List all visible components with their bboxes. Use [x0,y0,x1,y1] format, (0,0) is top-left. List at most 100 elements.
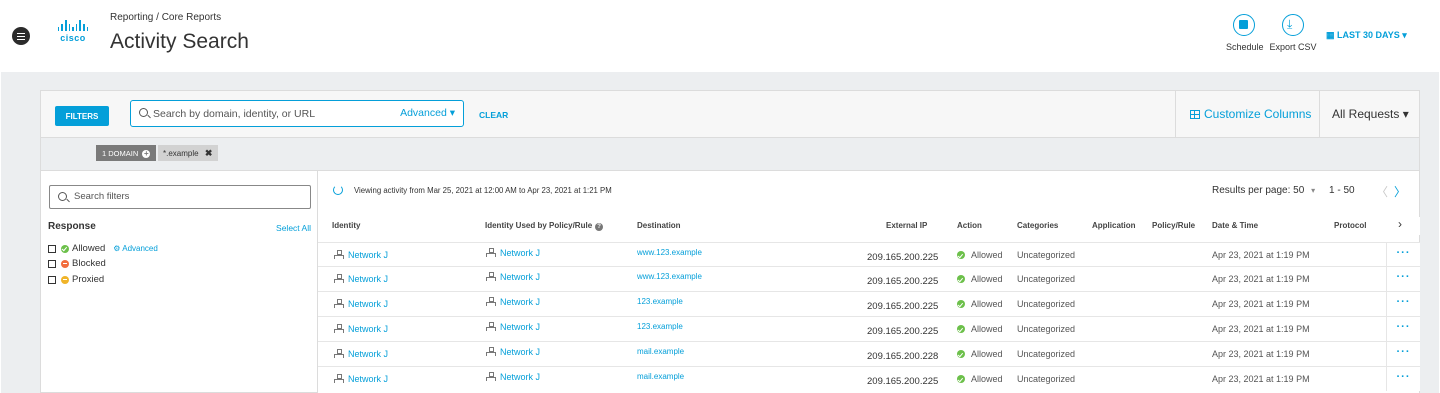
allowed-status-icon [957,350,965,358]
filter-search-input[interactable] [74,191,274,202]
network-icon [334,374,344,383]
date-range-dropdown[interactable]: ▦ LAST 30 DAYS ▾ [1326,30,1407,41]
identity-cell[interactable]: Network J [334,274,388,284]
identity-link[interactable]: Network J [348,349,388,359]
column-header-application[interactable]: Application [1092,221,1136,230]
table-row[interactable]: Network J Network J 123.example 209.165.200… [318,291,1420,316]
chevron-right-icon[interactable]: 〉 [1394,183,1406,200]
more-options-icon[interactable]: ··· [1386,267,1420,291]
filter-search-box[interactable] [49,185,311,209]
more-options-icon[interactable]: ··· [1386,292,1420,316]
all-requests-dropdown[interactable]: All Requests ▾ [1319,91,1420,137]
column-header-policy-rule[interactable]: Policy/Rule [1152,221,1195,230]
response-option-proxied[interactable]: Proxied [48,274,104,285]
response-option-blocked[interactable]: Blocked [48,258,106,269]
export-csv-button[interactable]: ⤓ Export CSV [1268,14,1318,52]
more-options-icon[interactable]: ··· [1386,243,1420,267]
policy-identity-cell[interactable]: Network J [486,297,540,307]
policy-identity-link[interactable]: Network J [500,372,540,382]
column-header-external-ip[interactable]: External IP [886,221,927,230]
domain-count-chip[interactable]: 1 DOMAIN + [96,145,157,161]
app-header: cisco Reporting / Core Reports Activity … [0,0,1440,72]
export-label: Export CSV [1269,42,1317,52]
destination-link[interactable]: mail.example [637,347,684,356]
plus-circle-icon[interactable]: + [142,150,151,158]
column-header-destination[interactable]: Destination [637,221,681,230]
destination-link[interactable]: www.123.example [637,248,702,257]
destination-link[interactable]: 123.example [637,297,683,306]
column-header-identity[interactable]: Identity [332,221,360,230]
column-header-categories[interactable]: Categories [1017,221,1058,230]
select-all-link[interactable]: Select All [276,223,311,233]
more-options-icon[interactable]: ··· [1386,367,1420,391]
chevron-left-icon[interactable]: 〈 [1376,183,1388,200]
identity-cell[interactable]: Network J [334,349,388,359]
identity-link[interactable]: Network J [348,374,388,384]
policy-identity-cell[interactable]: Network J [486,248,540,258]
network-icon [486,297,496,306]
results-per-page[interactable]: Results per page: 50 ▾ [1212,185,1315,196]
table-row[interactable]: Network J Network J www.123.example 209.165… [318,266,1420,291]
identity-link[interactable]: Network J [348,324,388,334]
identity-cell[interactable]: Network J [334,299,388,309]
viewing-range-text: Viewing activity from Mar 25, 2021 at 12… [354,186,612,195]
filter-bar: FILTERS Advanced ▾ CLEAR Customize Colum… [40,90,1420,138]
column-header-protocol[interactable]: Protocol [1334,221,1366,230]
policy-identity-link[interactable]: Network J [500,322,540,332]
filters-button[interactable]: FILTERS [55,106,109,126]
policy-identity-link[interactable]: Network J [500,272,540,282]
domain-count-label: 1 DOMAIN [102,149,139,158]
search-input[interactable] [153,106,393,122]
policy-identity-link[interactable]: Network J [500,297,540,307]
advanced-search-dropdown[interactable]: Advanced ▾ [400,107,455,119]
datetime-cell: Apr 23, 2021 at 1:19 PM [1212,274,1310,284]
identity-cell[interactable]: Network J [334,250,388,260]
checkbox[interactable] [48,275,56,284]
network-icon [486,248,496,257]
identity-link[interactable]: Network J [348,274,388,284]
policy-identity-cell[interactable]: Network J [486,347,540,357]
policy-identity-cell[interactable]: Network J [486,372,540,382]
checkbox[interactable] [48,244,56,253]
advanced-filter-link[interactable]: ⚙ Advanced [113,244,158,253]
policy-identity-cell[interactable]: Network J [486,322,540,332]
breadcrumb[interactable]: Reporting / Core Reports [110,12,221,23]
table-row[interactable]: Network J Network J 123.example 209.165.200… [318,316,1420,341]
option-label: Blocked [72,258,106,269]
identity-cell[interactable]: Network J [334,374,388,384]
table-row[interactable]: Network J Network J mail.example 209.165.20… [318,366,1420,391]
column-header-policy-identity[interactable]: Identity Used by Policy/Rule? [485,221,604,231]
more-options-icon[interactable]: ··· [1386,317,1420,341]
scroll-columns-right-icon[interactable]: › [1386,217,1420,235]
more-options-icon[interactable]: ··· [1386,342,1420,366]
clear-button[interactable]: CLEAR [479,110,508,120]
table-row[interactable]: Network J Network J mail.example 209.165.20… [318,341,1420,366]
customize-columns-button[interactable]: Customize Columns [1175,91,1319,137]
hamburger-menu-icon[interactable] [12,27,30,45]
search-box[interactable]: Advanced ▾ [130,100,464,127]
column-header-date-time[interactable]: Date & Time [1212,221,1258,230]
policy-identity-link[interactable]: Network J [500,248,540,258]
allowed-status-icon [957,375,965,383]
identity-link[interactable]: Network J [348,299,388,309]
destination-link[interactable]: www.123.example [637,272,702,281]
destination-link[interactable]: 123.example [637,322,683,331]
close-icon[interactable]: ✖ [205,148,213,158]
identity-link[interactable]: Network J [348,250,388,260]
pagination-range: 1 - 50 [1329,185,1355,196]
schedule-button[interactable]: Schedule [1226,14,1264,52]
info-icon[interactable]: ? [595,223,604,231]
response-option-allowed[interactable]: Allowed ⚙ Advanced [48,243,158,254]
allowed-status-icon [957,275,965,283]
policy-identity-cell[interactable]: Network J [486,272,540,282]
table-row[interactable]: Network J Network J www.123.example 209.165… [318,242,1420,267]
policy-identity-link[interactable]: Network J [500,347,540,357]
domain-filter-chip[interactable]: *.example ✖ [158,145,219,161]
identity-cell[interactable]: Network J [334,324,388,334]
column-header-action[interactable]: Action [957,221,982,230]
category-cell: Uncategorized [1017,299,1076,309]
refresh-icon[interactable] [333,185,343,195]
checkbox[interactable] [48,259,56,268]
external-ip: 209.165.200.225 [867,276,939,287]
destination-link[interactable]: mail.example [637,372,684,381]
